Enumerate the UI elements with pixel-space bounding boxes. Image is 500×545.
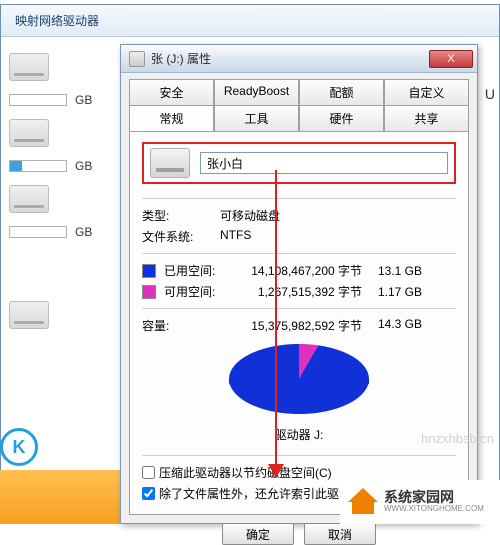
dialog-body: 安全 ReadyBoost 配额 自定义 常规 工具 硬件 共享 类型: 可移动… [121,73,477,523]
drive-name-input[interactable] [200,152,448,174]
drive-usage-bar [9,160,67,172]
drive-icon [9,119,49,147]
app-k-icon[interactable]: K [0,428,38,466]
separator [142,308,456,309]
drive-icon [9,185,49,213]
drive-letter-label: 驱动器 J: [142,424,456,449]
filesystem-line: 文件系统: NTFS [142,226,456,247]
type-value: 可移动磁盘 [220,207,280,224]
separator [142,455,456,456]
ok-button[interactable]: 确定 [222,523,294,545]
free-bytes: 1,267,515,392 字节 [232,283,362,300]
map-network-drive-button[interactable]: 映射网络驱动器 [9,8,105,33]
logo-cn: 系统家园网 [384,490,484,505]
dialog-titlebar[interactable]: 张 (J:) 属性 X [121,45,477,73]
used-gb: 13.1 GB [370,264,422,278]
drive-icon [9,301,49,329]
used-swatch-icon [142,264,156,278]
drive-usage-bar [9,226,67,238]
capacity-line: 容量: 15,375,982,592 字节 14.3 GB [142,315,456,336]
tab-sharing[interactable]: 共享 [384,105,469,132]
drive-usage-bar [9,94,67,106]
tab-panel-general: 类型: 可移动磁盘 文件系统: NTFS 已用空间: 14,108,467,20… [129,131,469,515]
used-space-line: 已用空间: 14,108,467,200 字节 13.1 GB [142,260,456,281]
drive-icon [9,53,49,81]
tab-readyboost[interactable]: ReadyBoost [214,79,299,106]
tab-security[interactable]: 安全 [129,79,214,106]
type-line: 类型: 可移动磁盘 [142,205,456,226]
name-highlight-box [142,142,456,184]
separator [142,198,456,199]
footer-logo: 系统家园网 WWW.XITONGHOME.COM [340,480,500,524]
capacity-gb: 14.3 GB [370,317,422,334]
drive-gb-label: GB [75,225,92,239]
compress-label: 压缩此驱动器以节约磁盘空间(C) [159,464,332,481]
logo-en: WWW.XITONGHOME.COM [384,505,484,514]
close-button[interactable]: X [429,50,473,68]
filesystem-value: NTFS [220,228,251,245]
free-label: 可用空间: [164,283,224,300]
properties-dialog: 张 (J:) 属性 X 安全 ReadyBoost 配额 自定义 常规 工具 硬… [120,44,478,524]
compress-checkbox[interactable] [142,466,155,479]
house-icon [348,488,378,516]
drive-icon [129,51,145,67]
dialog-title: 张 (J:) 属性 [151,50,429,67]
tab-general[interactable]: 常规 [129,105,214,132]
folder-strip [0,470,120,524]
disk-usage-pie-chart [229,344,369,420]
cancel-button[interactable]: 取消 [304,523,376,545]
tab-quota[interactable]: 配额 [299,79,384,106]
pie-chart-wrap [142,336,456,424]
u-peek-text: U [485,86,495,102]
free-space-line: 可用空间: 1,267,515,392 字节 1.17 GB [142,281,456,302]
watermark-text: hnzxhbsb.cn [421,431,494,446]
capacity-bytes: 15,375,982,592 字节 [232,317,362,334]
type-label: 类型: [142,207,202,224]
tab-hardware[interactable]: 硬件 [299,105,384,132]
index-checkbox[interactable] [142,487,155,500]
filesystem-label: 文件系统: [142,228,202,245]
tabs-row-1: 安全 ReadyBoost 配额 自定义 [129,79,469,105]
drive-gb-label: GB [75,159,92,173]
tabs-row-2: 常规 工具 硬件 共享 [129,105,469,131]
drive-icon [150,148,190,178]
capacity-label: 容量: [142,317,224,334]
tab-tools[interactable]: 工具 [214,105,299,132]
explorer-toolbar: 映射网络驱动器 [1,5,499,37]
tab-custom[interactable]: 自定义 [384,79,469,106]
used-label: 已用空间: [164,262,224,279]
free-swatch-icon [142,285,156,299]
drive-gb-label: GB [75,93,92,107]
free-gb: 1.17 GB [370,285,422,299]
used-bytes: 14,108,467,200 字节 [232,262,362,279]
separator [142,253,456,254]
annotation-arrow-icon [275,170,277,466]
